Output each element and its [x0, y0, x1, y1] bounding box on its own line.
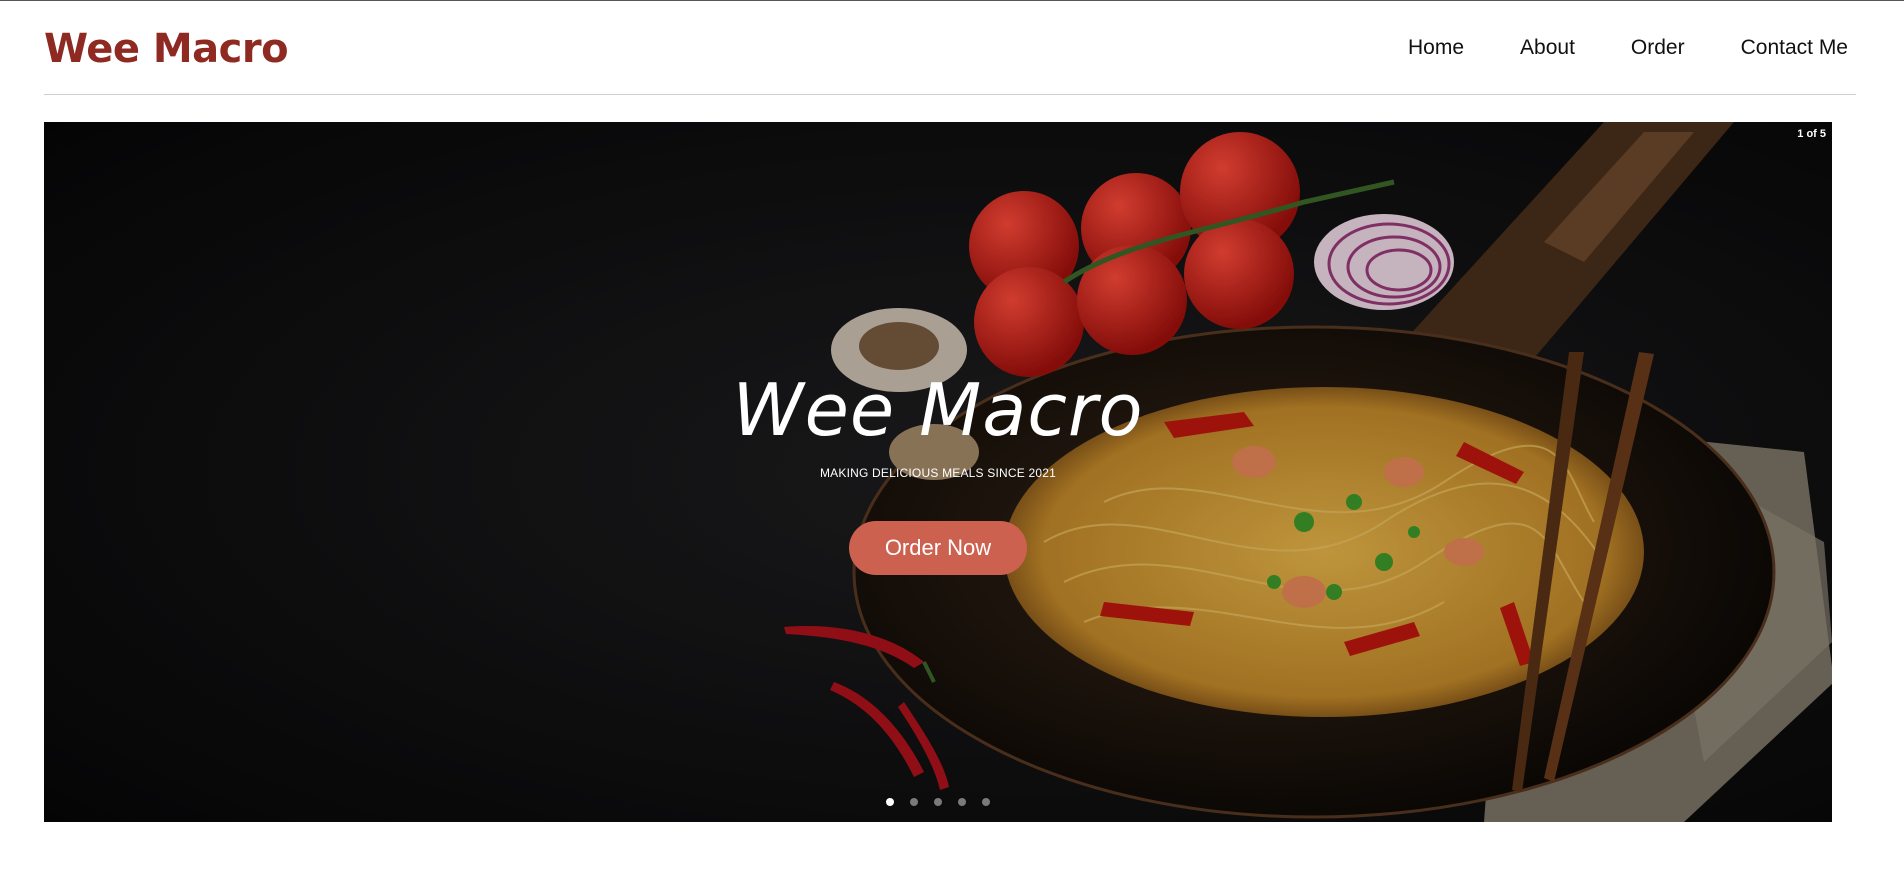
carousel-dot-3[interactable]	[934, 798, 942, 806]
hero-carousel: 1 of 5 Wee Macro MAKING DELICIOUS MEALS …	[44, 122, 1832, 822]
hero-title: Wee Macro	[732, 368, 1144, 452]
site-logo[interactable]: Wee Macro	[44, 25, 289, 73]
nav-contact-me[interactable]: Contact Me	[1741, 33, 1848, 63]
nav-order[interactable]: Order	[1631, 33, 1685, 63]
order-now-button[interactable]: Order Now	[849, 521, 1027, 575]
carousel-indicators	[44, 798, 1832, 806]
carousel-dot-2[interactable]	[910, 798, 918, 806]
site-header: Wee Macro Home About Order Contact Me	[44, 1, 1856, 95]
nav-about[interactable]: About	[1520, 33, 1575, 63]
hero-caption: Wee Macro MAKING DELICIOUS MEALS SINCE 2…	[44, 122, 1832, 822]
hero-subtitle: MAKING DELICIOUS MEALS SINCE 2021	[819, 466, 1056, 480]
carousel-dot-1[interactable]	[886, 798, 894, 806]
nav-home[interactable]: Home	[1408, 33, 1464, 63]
main-nav: Home About Order Contact Me	[1408, 33, 1848, 63]
carousel-dot-5[interactable]	[982, 798, 990, 806]
carousel-dot-4[interactable]	[958, 798, 966, 806]
